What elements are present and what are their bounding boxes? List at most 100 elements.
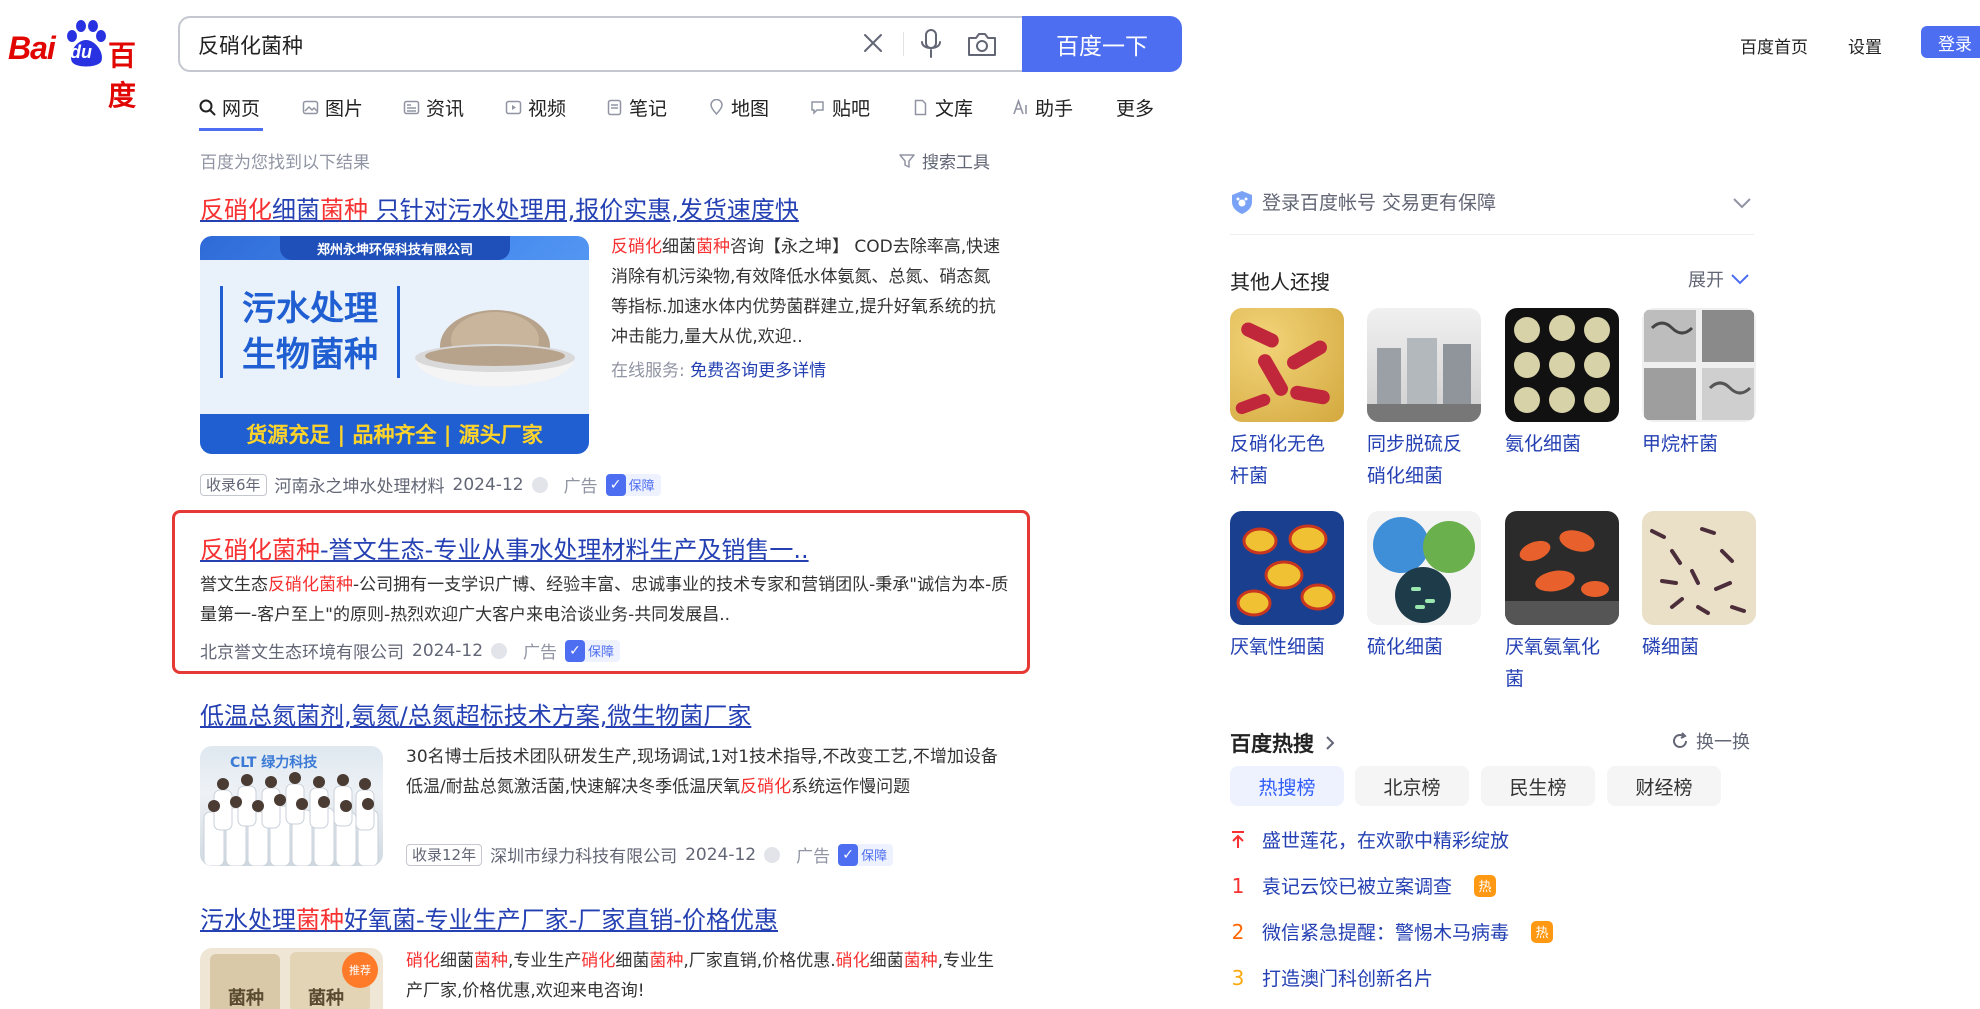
tab-map[interactable]: 地图 <box>708 92 769 122</box>
tab-web[interactable]: 网页 <box>199 92 260 122</box>
result-title-2[interactable]: 反硝化菌种-誉文生态-专业从事水处理材料生产及销售一.. <box>200 530 809 565</box>
guarantee-badge[interactable]: ✓ 保障 <box>565 639 621 662</box>
tab-label: 网页 <box>222 97 261 120</box>
tab-notes[interactable]: 笔记 <box>606 92 667 122</box>
tab-tieba[interactable]: 贴吧 <box>809 92 870 122</box>
ad-label: 广告 <box>563 477 598 497</box>
microphone-icon[interactable] <box>918 28 944 60</box>
hot-tab-hot[interactable]: 热搜榜 <box>1230 766 1344 806</box>
result-1-image[interactable]: 郑州永坤环保科技有限公司 污水处理 生物菌种 货源充足 | 品种齐全 | 源头厂… <box>200 236 589 454</box>
login-prompt[interactable]: 登录百度帐号 交易更有保障 <box>1230 188 1496 215</box>
logo-chinese: 百度 <box>108 39 137 112</box>
tab-images[interactable]: 图片 <box>302 92 363 122</box>
refresh-button[interactable]: 换一换 <box>1670 728 1750 754</box>
result-title-1[interactable]: 反硝化细菌菌种 只针对污水处理用,报价实惠,发货速度快 <box>200 190 799 225</box>
result-3-image[interactable]: CLT 绿力科技 <box>200 746 383 866</box>
hot-tab-finance[interactable]: 财经榜 <box>1607 766 1721 806</box>
related-image-2[interactable] <box>1367 308 1481 422</box>
news-icon <box>403 100 420 114</box>
baidu-logo[interactable]: Bai du 百度 <box>8 20 156 112</box>
tab-assistant[interactable]: 助手 <box>1012 92 1073 122</box>
expand-button[interactable]: 展开 <box>1688 266 1750 292</box>
map-icon <box>710 98 723 115</box>
related-label-5[interactable]: 厌氧性细菌 <box>1230 631 1360 663</box>
settings-link[interactable]: 设置 <box>1848 33 1882 58</box>
related-image-3[interactable] <box>1505 308 1619 422</box>
logo-latin: Bai <box>8 30 56 66</box>
guarantee-badge[interactable]: ✓ 保障 <box>838 843 894 866</box>
source-name[interactable]: 北京誉文生态环境有限公司 <box>200 638 404 663</box>
baidu-home-link[interactable]: 百度首页 <box>1740 33 1808 58</box>
info-icon[interactable] <box>764 846 781 863</box>
image-headline: 污水处理 生物菌种 <box>220 286 400 378</box>
camera-icon[interactable] <box>966 30 998 58</box>
tieba-icon <box>811 100 824 115</box>
hot-badge: 热 <box>1474 874 1497 897</box>
hot-item-3[interactable]: 3 打造澳门科创新名片 <box>1230 964 1433 991</box>
related-image-7[interactable] <box>1505 511 1619 625</box>
tab-news[interactable]: 资讯 <box>403 92 464 122</box>
indexed-age-badge: 收录12年 <box>406 843 483 866</box>
tab-label: 图片 <box>325 97 364 120</box>
result-2-snippet: 誉文生态反硝化菌种-公司拥有一支学识广博、经验丰富、忠诚事业的技术专家和营销团队… <box>200 575 1009 625</box>
hot-search-header[interactable]: 百度热搜 <box>1230 728 1336 758</box>
tab-video[interactable]: 视频 <box>505 92 566 122</box>
tab-wenku[interactable]: 文库 <box>912 92 973 122</box>
tab-label: 文库 <box>935 97 974 120</box>
sidebar-divider <box>1230 234 1754 235</box>
result-title-4[interactable]: 污水处理菌种好氧菌-专业生产厂家-厂家直销-价格优惠 <box>200 900 778 935</box>
shield-check-icon: ✓ <box>565 639 586 662</box>
search-divider <box>903 32 904 56</box>
result-date: 2024-12 <box>452 474 524 495</box>
search-input[interactable]: 反硝化菌种 <box>178 16 1022 72</box>
info-icon[interactable] <box>491 642 508 659</box>
tab-label: 笔记 <box>629 97 668 120</box>
image-brand: CLT 绿力科技 <box>230 755 318 771</box>
hot-item-1[interactable]: 1 袁记云饺已被立案调查 热 <box>1230 872 1497 899</box>
chevron-down-icon <box>1731 274 1749 285</box>
chevron-right-icon <box>1326 736 1335 750</box>
related-label-8[interactable]: 磷细菌 <box>1642 631 1772 663</box>
hot-tab-livelihood[interactable]: 民生榜 <box>1481 766 1595 806</box>
result-date: 2024-12 <box>412 640 484 661</box>
related-image-4[interactable] <box>1642 308 1756 422</box>
related-label-4[interactable]: 甲烷杆菌 <box>1642 428 1772 460</box>
login-button[interactable]: 登录 <box>1921 26 1980 58</box>
chevron-down-icon[interactable] <box>1732 196 1752 210</box>
free-consult-link[interactable]: 免费咨询更多详情 <box>690 361 826 381</box>
related-label-1[interactable]: 反硝化无色 杆菌 <box>1230 428 1360 492</box>
hot-item-2[interactable]: 2 微信紧急提醒：警惕木马病毒 热 <box>1230 918 1554 945</box>
search-button[interactable]: 百度一下 <box>1022 16 1182 72</box>
related-label-3[interactable]: 氨化细菌 <box>1505 428 1635 460</box>
shield-check-icon: ✓ <box>605 473 626 496</box>
result-4-image[interactable]: 菌种 菌种 推荐 <box>200 948 383 1009</box>
related-image-6[interactable] <box>1367 511 1481 625</box>
result-count-text: 百度为您找到以下结果 <box>200 153 370 173</box>
search-tools-button[interactable]: 搜索工具 <box>898 148 990 173</box>
result-1-snippet: 反硝化细菌菌种咨询【永之坤】 COD去除率高,快速消除有机污染物,有效降低水体氨… <box>611 237 1001 347</box>
related-image-8[interactable] <box>1642 511 1756 625</box>
related-image-1[interactable] <box>1230 308 1344 422</box>
hot-tab-beijing[interactable]: 北京榜 <box>1355 766 1469 806</box>
tab-more[interactable]: 更多 <box>1116 92 1154 122</box>
guarantee-badge[interactable]: ✓ 保障 <box>605 473 661 496</box>
video-icon <box>505 100 522 114</box>
related-image-5[interactable] <box>1230 511 1344 625</box>
hot-item-pinned[interactable]: 盛世莲花，在欢歌中精彩绽放 <box>1230 826 1509 853</box>
result-title-3[interactable]: 低温总氮菌剂,氨氮/总氮超标技术方案,微生物菌厂家 <box>200 696 751 731</box>
result-4-snippet: 硝化细菌菌种,专业生产硝化细菌菌种,厂家直销,价格优惠.硝化细菌菌种,专业生产厂… <box>406 951 995 1001</box>
tab-label: 助手 <box>1035 97 1074 120</box>
info-icon[interactable] <box>531 476 548 493</box>
source-name[interactable]: 河南永之坤水处理材料 <box>275 472 445 497</box>
result-date: 2024-12 <box>685 844 757 865</box>
ad-label: 广告 <box>523 643 558 663</box>
related-label-7[interactable]: 厌氧氨氧化菌 <box>1505 631 1635 695</box>
doc-icon <box>914 99 927 115</box>
source-name[interactable]: 深圳市绿力科技有限公司 <box>490 842 677 867</box>
close-icon[interactable] <box>860 30 886 56</box>
related-label-2[interactable]: 同步脱硫反 硝化细菌 <box>1367 428 1497 492</box>
related-label-6[interactable]: 硫化细菌 <box>1367 631 1497 663</box>
pin-top-icon <box>1232 830 1244 848</box>
tab-label: 视频 <box>528 97 567 120</box>
image-bottom-banner: 货源充足 | 品种齐全 | 源头厂家 <box>200 414 589 454</box>
